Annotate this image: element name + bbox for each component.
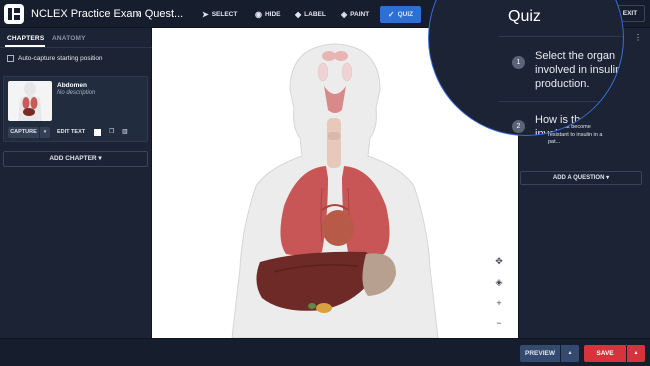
- chapter-description: No description: [57, 90, 96, 96]
- divider: [499, 101, 623, 102]
- question-number-badge: 1: [512, 56, 525, 69]
- tab-anatomy[interactable]: ANATOMY: [52, 35, 86, 42]
- question-2-text[interactable]: How is the pa involved i: [535, 113, 623, 135]
- preview-button[interactable]: PREVIEW: [520, 345, 560, 362]
- app-logo[interactable]: [4, 4, 24, 24]
- tab-chapters[interactable]: CHAPTERS: [7, 35, 44, 42]
- more-options-icon[interactable]: ⋮: [634, 33, 642, 42]
- chapters-panel: CHAPTERS ANATOMY Auto-capture starting p…: [0, 28, 152, 338]
- check-icon: ✓: [387, 10, 395, 19]
- cursor-icon: ➤: [202, 10, 209, 19]
- auto-capture-checkbox[interactable]: [7, 55, 14, 62]
- zoom-out-icon[interactable]: −: [490, 314, 508, 332]
- question-1-text[interactable]: Select the organ involved in insulin pro…: [535, 49, 623, 91]
- question-number-badge: 2: [512, 120, 525, 133]
- label-tool-button[interactable]: ◆ LABEL: [289, 6, 332, 23]
- zoom-in-icon[interactable]: +: [490, 294, 508, 312]
- chapter-title: Abdomen: [57, 82, 87, 89]
- tag-icon: ◆: [295, 10, 302, 19]
- chapter-thumbnail: [8, 81, 52, 121]
- chevron-up-icon[interactable]: ▴: [561, 345, 579, 362]
- hide-tool-button[interactable]: ◉ HIDE: [249, 6, 287, 23]
- add-question-button[interactable]: ADD A QUESTION ▾: [520, 171, 642, 185]
- duplicate-icon[interactable]: ❐: [109, 128, 114, 135]
- hide-tool-label: HIDE: [264, 11, 281, 18]
- select-tool-label: SELECT: [211, 11, 238, 18]
- label-tool-label: LABEL: [304, 11, 326, 18]
- viewport-navigation: ✥ ◈ + −: [490, 252, 508, 332]
- project-title: NCLEX Practice Exam Quest...: [31, 8, 184, 20]
- divider: [499, 36, 623, 37]
- paint-tool-button[interactable]: ◈ PAINT: [335, 6, 375, 23]
- edit-text-button[interactable]: EDIT TEXT: [57, 127, 85, 138]
- save-button[interactable]: SAVE: [584, 345, 626, 362]
- eye-off-icon: ◉: [255, 10, 262, 19]
- quiz-tool-label: QUIZ: [397, 11, 414, 18]
- auto-capture-label: Auto-capture starting position: [18, 55, 103, 62]
- select-tool-button[interactable]: ➤ SELECT: [196, 6, 243, 23]
- chapter-card[interactable]: Abdomen No description CAPTURE ▾ EDIT TE…: [3, 76, 148, 142]
- capture-button[interactable]: CAPTURE: [8, 127, 39, 138]
- chevron-left-icon[interactable]: ‹: [137, 7, 141, 21]
- chevron-up-icon[interactable]: ▴: [627, 345, 645, 362]
- quiz-tool-button[interactable]: ✓ QUIZ: [380, 6, 421, 23]
- add-chapter-button[interactable]: ADD CHAPTER ▾: [3, 151, 148, 167]
- chevron-down-icon[interactable]: ▾: [40, 127, 50, 138]
- paint-tool-label: PAINT: [350, 11, 370, 18]
- move-icon[interactable]: ✥: [490, 252, 508, 270]
- divider: [0, 47, 152, 48]
- trash-icon[interactable]: ▥: [122, 128, 128, 135]
- bottom-bar: PREVIEW ▴ SAVE ▴: [0, 338, 650, 366]
- paint-bucket-icon: ◈: [341, 10, 348, 19]
- color-swatch[interactable]: [94, 129, 101, 136]
- rotate-icon[interactable]: ◈: [490, 273, 508, 291]
- quiz-title: Quiz: [508, 8, 541, 25]
